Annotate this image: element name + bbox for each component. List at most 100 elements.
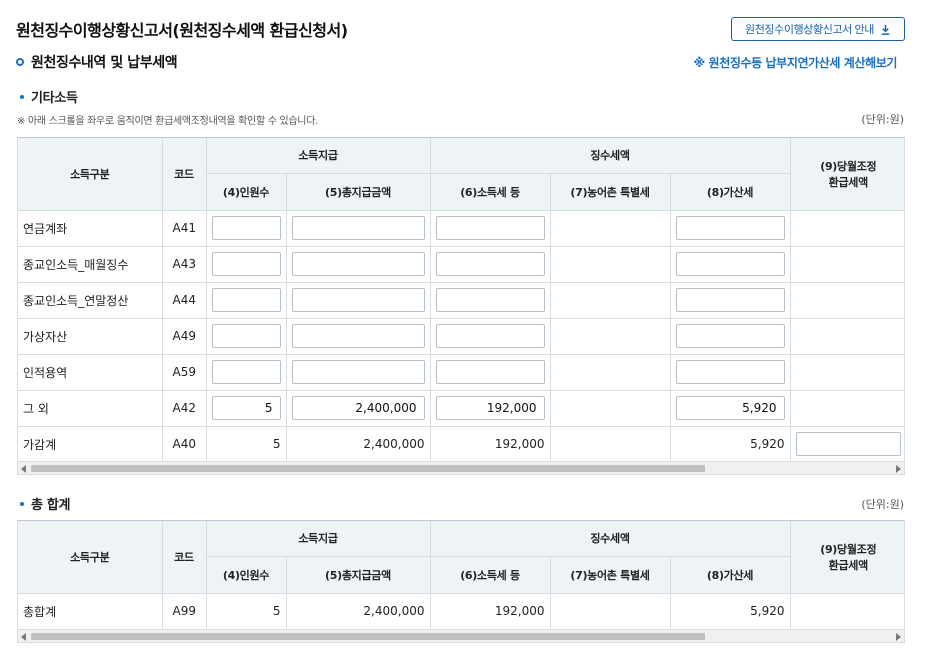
income-tax-input[interactable] xyxy=(435,324,545,348)
grand-total-row: 총합계 A99 5 2,400,000 192,000 5,920 xyxy=(18,593,904,630)
header-refund-line1: (9)당월조정 xyxy=(820,542,877,556)
scroll-right-arrow-icon[interactable] xyxy=(896,633,901,641)
refund-cell xyxy=(790,282,904,319)
persons-input[interactable]: 5 xyxy=(211,396,281,420)
late-penalty-calc-link[interactable]: ※ 원천징수등 납부지연가산세 계산해보기 xyxy=(694,54,898,71)
subtotal-persons: 5 xyxy=(206,426,287,463)
row-name: 종교인소득_매월징수 xyxy=(18,246,163,283)
row-name: 종교인소득_연말정산 xyxy=(18,282,163,319)
rural-tax-cell xyxy=(550,246,671,283)
header-persons: (4)인원수 xyxy=(206,173,287,211)
grand-total-table: 소득구분 코드 소득지급 징수세액 (9)당월조정 환급세액 (4)인원수 (5… xyxy=(17,520,905,630)
rural-tax-cell xyxy=(550,318,671,355)
row-code: A59 xyxy=(162,354,207,391)
grand-total-title-text: 총 합계 xyxy=(31,498,71,513)
header-income-tax: (6)소득세 등 xyxy=(430,173,551,211)
table-row: 종교인소득_연말정산 A44 xyxy=(18,282,904,319)
header-refund-line2: 환급세액 xyxy=(828,175,869,189)
scroll-thumb[interactable] xyxy=(31,633,705,640)
header-additional-tax: (8)가산세 xyxy=(670,173,791,211)
row-code: A49 xyxy=(162,318,207,355)
row-code: A42 xyxy=(162,390,207,427)
persons-input[interactable] xyxy=(211,360,281,384)
scroll-left-arrow-icon[interactable] xyxy=(21,633,26,641)
row-code: A43 xyxy=(162,246,207,283)
persons-input[interactable] xyxy=(211,216,281,240)
table-row: 종교인소득_매월징수 A43 xyxy=(18,246,904,283)
income-tax-input[interactable] xyxy=(435,360,545,384)
page-title: 원천징수이행상황신고서(원천징수세액 환급신청서) xyxy=(16,21,348,40)
horizontal-scrollbar[interactable] xyxy=(17,461,905,475)
persons-input[interactable] xyxy=(211,324,281,348)
header-rural-tax: (7)농어촌 특별세 xyxy=(550,173,671,211)
total-paid-input[interactable] xyxy=(291,252,425,276)
scroll-left-arrow-icon[interactable] xyxy=(21,465,26,473)
subtotal-rural-tax xyxy=(550,426,671,463)
row-code: A41 xyxy=(162,210,207,247)
header-tax-group: 징수세액 xyxy=(430,138,791,174)
additional-tax-input[interactable] xyxy=(675,324,785,348)
income-tax-input[interactable] xyxy=(435,288,545,312)
additional-tax-input[interactable]: 5,920 xyxy=(675,396,785,420)
grand-total-refund xyxy=(790,593,904,630)
section-title: 원천징수내역 및 납부세액 xyxy=(16,52,178,72)
income-tax-input[interactable]: 192,000 xyxy=(435,396,545,420)
guide-button-label: 원천징수이행상황신고서 안내 xyxy=(744,24,874,36)
header-refund: (9)당월조정 환급세액 xyxy=(790,138,904,211)
other-income-title: 기타소득 xyxy=(20,87,78,106)
scroll-thumb[interactable] xyxy=(31,465,705,472)
row-name: 인적용역 xyxy=(18,354,163,391)
rural-tax-cell xyxy=(550,390,671,427)
total-paid-input[interactable]: 2,400,000 xyxy=(291,396,425,420)
table-row: 가상자산 A49 xyxy=(18,318,904,355)
income-tax-input[interactable] xyxy=(435,252,545,276)
total-paid-input[interactable] xyxy=(291,288,425,312)
grand-total-total-paid: 2,400,000 xyxy=(286,593,431,630)
table-row: 연금계좌 A41 xyxy=(18,210,904,247)
header-income-type: 소득구분 xyxy=(18,521,163,594)
subtotal-income-tax: 192,000 xyxy=(430,426,551,463)
additional-tax-input[interactable] xyxy=(675,288,785,312)
header-refund-line1: (9)당월조정 xyxy=(820,159,877,173)
section-title-text: 원천징수내역 및 납부세액 xyxy=(31,55,178,71)
grand-total-title: 총 합계 xyxy=(20,494,71,513)
header-total-paid: (5)총지급금액 xyxy=(286,556,431,594)
additional-tax-input[interactable] xyxy=(675,252,785,276)
subtotal-code: A40 xyxy=(162,426,207,463)
download-icon xyxy=(881,24,890,35)
refund-cell xyxy=(790,210,904,247)
persons-input[interactable] xyxy=(211,288,281,312)
table-row: 인적용역 A59 xyxy=(18,354,904,391)
additional-tax-input[interactable] xyxy=(675,216,785,240)
subtotal-additional-tax: 5,920 xyxy=(670,426,791,463)
row-name: 연금계좌 xyxy=(18,210,163,247)
scroll-note: ※ 아래 스크롤을 좌우로 움직이면 환급세액조정내역을 확인할 수 있습니다. xyxy=(17,116,318,127)
grand-total-name: 총합계 xyxy=(18,593,163,630)
rural-tax-cell xyxy=(550,282,671,319)
horizontal-scrollbar[interactable] xyxy=(17,629,905,643)
subtotal-name: 가감계 xyxy=(18,426,163,463)
header-rural-tax: (7)농어촌 특별세 xyxy=(550,556,671,594)
persons-input[interactable] xyxy=(211,252,281,276)
total-paid-input[interactable] xyxy=(291,360,425,384)
total-paid-input[interactable] xyxy=(291,324,425,348)
header-payment-group: 소득지급 xyxy=(206,521,431,557)
row-code: A44 xyxy=(162,282,207,319)
row-name: 가상자산 xyxy=(18,318,163,355)
subtotal-row: 가감계 A40 5 2,400,000 192,000 5,920 xyxy=(18,426,904,463)
total-paid-input[interactable] xyxy=(291,216,425,240)
rural-tax-cell xyxy=(550,210,671,247)
refund-cell xyxy=(790,390,904,427)
subtotal-total-paid: 2,400,000 xyxy=(286,426,431,463)
income-tax-input[interactable] xyxy=(435,216,545,240)
guide-button[interactable]: 원천징수이행상황신고서 안내 xyxy=(731,17,905,41)
rural-tax-cell xyxy=(550,354,671,391)
header-income-type: 소득구분 xyxy=(18,138,163,211)
header-tax-group: 징수세액 xyxy=(430,521,791,557)
other-income-table: 소득구분 코드 소득지급 징수세액 (9)당월조정 환급세액 (4)인원수 (5… xyxy=(17,137,905,463)
scroll-right-arrow-icon[interactable] xyxy=(896,465,901,473)
header-persons: (4)인원수 xyxy=(206,556,287,594)
ring-icon xyxy=(16,58,24,66)
additional-tax-input[interactable] xyxy=(675,360,785,384)
refund-input[interactable] xyxy=(795,432,902,456)
